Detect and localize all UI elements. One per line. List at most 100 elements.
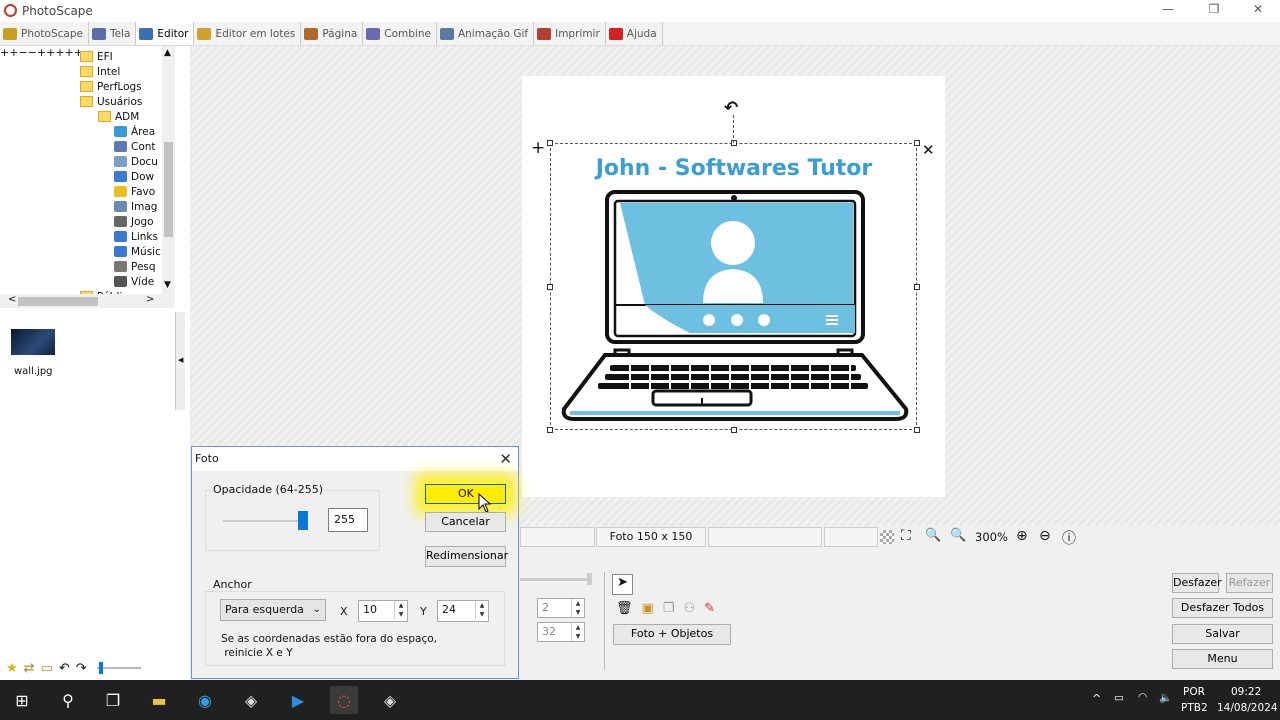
tree-item[interactable]: Usuários [80, 94, 142, 109]
zoom-actual-icon[interactable]: 🔍 [925, 528, 941, 543]
info-icon[interactable]: ⓘ [1062, 528, 1076, 548]
zoom-out-icon[interactable]: ⊖ [1039, 528, 1051, 544]
undo-button[interactable]: Desfazer [1172, 573, 1222, 593]
tab-animação-gif[interactable]: Animação Gif [437, 22, 535, 45]
opacity-input[interactable]: 255 [328, 508, 368, 532]
resize-handle[interactable] [914, 284, 920, 290]
rotate-handle-icon[interactable]: ↶ [724, 98, 738, 118]
resize-handle[interactable] [914, 140, 920, 146]
task-view-icon[interactable]: ❐ [99, 686, 127, 714]
collapse-icon[interactable]: − [18, 46, 27, 59]
x-input[interactable]: 10 ▲ ▼ [358, 600, 408, 622]
tree-item[interactable]: PerfLogs [80, 79, 142, 94]
tree-item[interactable]: Dow [114, 169, 154, 184]
resize-handle[interactable] [914, 427, 920, 433]
media-player-icon[interactable]: ▶ [284, 686, 312, 714]
tree-item[interactable]: Links [114, 229, 158, 244]
dialog-close-icon[interactable]: ✕ [499, 450, 512, 468]
clock-date[interactable]: 14/08/2024 [1217, 702, 1278, 714]
input-lang[interactable]: POR [1183, 686, 1205, 698]
cancel-button[interactable]: Cancelar [425, 512, 506, 532]
minimize-button[interactable]: — [1148, 2, 1188, 20]
scroll-right-icon[interactable]: > [146, 294, 154, 305]
tray-chevron-icon[interactable]: ^ [1092, 692, 1101, 705]
tab-editor-em-lotes[interactable]: Editor em lotes [194, 22, 302, 45]
collapse-arrow-icon[interactable]: ◀ [178, 356, 183, 364]
resize-handle[interactable] [547, 140, 553, 146]
tab-editor[interactable]: Editor [136, 22, 195, 45]
shuffle-icon[interactable]: ⇄ [24, 661, 35, 676]
input-layout[interactable]: PTB2 [1181, 702, 1208, 714]
maximize-button[interactable]: ❐ [1194, 2, 1234, 20]
select-arrow-icon[interactable]: ➤ [612, 574, 633, 595]
expand-icon[interactable]: + [46, 46, 55, 59]
tree-item[interactable]: Intel [80, 64, 120, 79]
menu-button[interactable]: Menu [1172, 649, 1273, 669]
tree-item[interactable]: EFI [80, 49, 113, 64]
y-input[interactable]: 24 ▲ ▼ [437, 600, 489, 622]
scroll-down-icon[interactable]: ▼ [164, 280, 171, 290]
tool-spin-2[interactable]: 32 ▲ ▼ [537, 622, 585, 642]
tool-spin-1[interactable]: 2 ▲ ▼ [537, 598, 585, 618]
clock-time[interactable]: 09:22 [1231, 686, 1261, 698]
star-icon[interactable]: ★ [6, 661, 18, 676]
volume-icon[interactable]: 🔈 [1159, 691, 1172, 704]
windows-start-icon[interactable]: ⊞ [8, 686, 36, 714]
expand-icon[interactable]: + [0, 46, 9, 59]
resize-button[interactable]: Redimensionar [425, 546, 508, 567]
fit-screen-icon[interactable]: ⛶ [901, 528, 911, 544]
tab-combine[interactable]: Combine [363, 22, 437, 45]
photoscape-editor-taskbar-icon[interactable]: ◈ [376, 686, 404, 714]
scroll-up-icon[interactable]: ▲ [164, 48, 171, 58]
forward-icon[interactable]: ↷ [76, 661, 87, 676]
save-button[interactable]: Salvar [1172, 624, 1273, 644]
tree-item[interactable]: Favo [114, 184, 155, 199]
opacity-slider-thumb[interactable] [298, 511, 308, 530]
move-handle-icon[interactable]: + [531, 138, 545, 158]
tree-item[interactable]: Docu [114, 154, 158, 169]
tab-página[interactable]: Página [301, 22, 364, 45]
tab-imprimir[interactable]: Imprimir [534, 22, 606, 45]
photoscape-taskbar-icon[interactable]: ◌ [330, 686, 358, 714]
tab-tela[interactable]: Tela [89, 22, 137, 45]
resize-handle[interactable] [731, 427, 737, 433]
tree-item[interactable]: Víde [114, 274, 154, 289]
trash-icon[interactable]: 🗑 [616, 601, 633, 616]
back-icon[interactable]: ↶ [59, 661, 70, 676]
resize-handle[interactable] [547, 284, 553, 290]
expand-icon[interactable]: + [37, 46, 46, 59]
tree-item[interactable]: Pesq [114, 259, 156, 274]
thumbnail-image[interactable] [11, 329, 55, 355]
wifi-icon[interactable]: ◠ [1138, 691, 1147, 703]
folder-tree[interactable]: EFI + Intel + PerfLogs Usuários − ADM − Área + Cont… [0, 46, 175, 296]
opacity-slider-track[interactable] [223, 520, 305, 522]
search-icon[interactable]: ⚲ [54, 686, 82, 714]
app-icon-1[interactable]: ◈ [237, 686, 265, 714]
selection-box[interactable] [547, 140, 920, 433]
scroll-left-icon[interactable]: < [8, 294, 16, 305]
expand-icon[interactable]: + [55, 46, 64, 59]
redo-button[interactable]: Refazer [1226, 573, 1273, 593]
expand-icon[interactable]: + [65, 46, 74, 59]
tree-item[interactable]: Cont [114, 139, 156, 154]
zoom-in-icon[interactable]: ⊕ [1016, 528, 1028, 544]
edge-browser-icon[interactable]: ◉ [191, 686, 219, 714]
transparency-icon[interactable] [880, 530, 894, 544]
panel-splitter[interactable]: ◀ [175, 312, 185, 410]
zoom-fit-icon[interactable]: 🔍 [950, 528, 966, 543]
tree-item[interactable]: Músic [114, 244, 161, 259]
collapse-icon[interactable]: − [28, 46, 37, 59]
file-explorer-icon[interactable]: ▬ [145, 686, 173, 714]
tree-item[interactable]: ADM [98, 109, 139, 124]
resize-handle[interactable] [547, 427, 553, 433]
paint-object-icon[interactable]: ✎ [704, 601, 715, 616]
undo-all-button[interactable]: Desfazer Todos [1172, 598, 1273, 618]
foto-objetos-button[interactable]: Foto + Objetos [613, 624, 731, 645]
close-button[interactable]: ✕ [1238, 2, 1278, 20]
group-object-icon[interactable]: ⚇ [683, 601, 695, 616]
folder-icon[interactable]: ▭ [41, 661, 53, 676]
battery-icon[interactable]: ▭ [1114, 692, 1124, 704]
bring-front-icon[interactable]: ▣ [642, 601, 654, 616]
tree-item[interactable]: Área [114, 124, 155, 139]
tree-vertical-scroll-thumb[interactable] [164, 142, 173, 237]
